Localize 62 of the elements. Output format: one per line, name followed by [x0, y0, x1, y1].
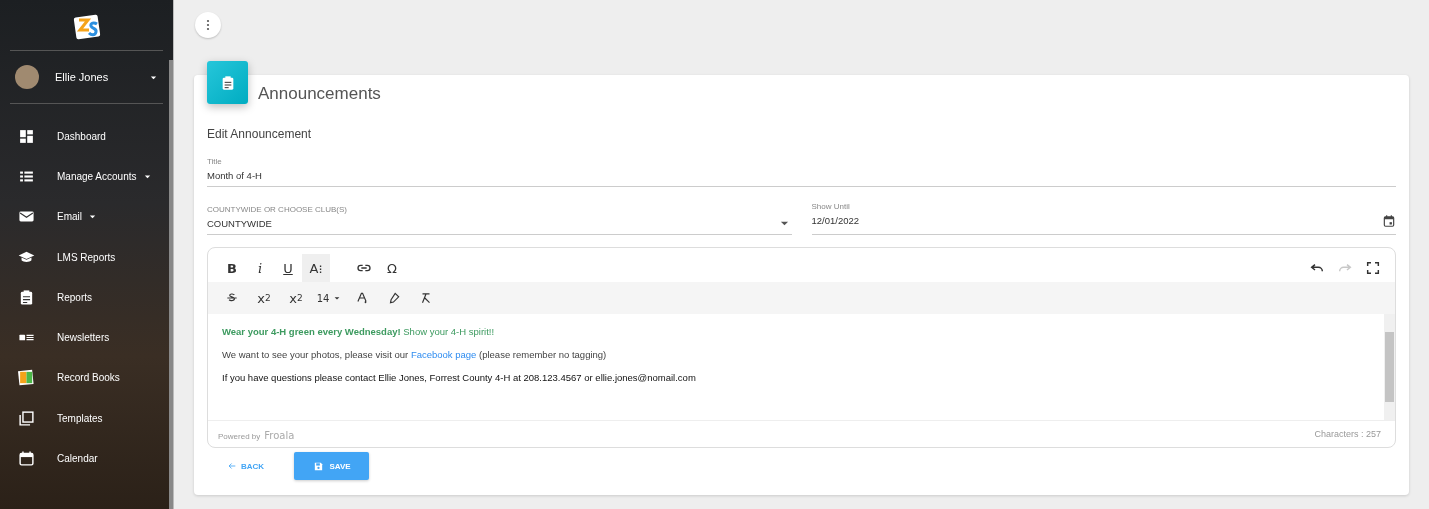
- user-name: Ellie Jones: [55, 71, 110, 83]
- nav-label: Templates: [57, 412, 103, 424]
- fullscreen-icon: [1365, 260, 1381, 276]
- italic-button[interactable]: i: [246, 254, 274, 282]
- nav-label: Reports: [57, 291, 92, 303]
- calendar-icon: [18, 450, 35, 467]
- nav-item[interactable]: LMS Reports: [0, 236, 173, 278]
- paragraph: If you have questions please contact Ellie Jones, Forrest County 4-H at 208.123.4567 or ellie.jones@nomail.com: [222, 372, 697, 383]
- nav-label: Calendar: [57, 453, 98, 464]
- clear-format-icon: [419, 291, 433, 305]
- nav-item[interactable]: Manage Accounts: [0, 156, 173, 197]
- scrollbar[interactable]: [169, 60, 173, 509]
- powered-by-text: Powered by: [218, 432, 261, 441]
- caret-icon: [333, 294, 342, 302]
- marker-icon: [387, 291, 401, 305]
- scrollbar[interactable]: [1384, 314, 1395, 420]
- underline-button[interactable]: U: [274, 254, 302, 282]
- input-field[interactable]: COUNTYWIDE OR CHOOSE CLUB(S) COUNTYWIDE: [207, 205, 792, 235]
- dashboard-icon: [18, 127, 35, 145]
- nav-label: Newsletters: [57, 332, 110, 344]
- copy-icon: [18, 409, 35, 427]
- user-menu[interactable]: Ellie Jones: [0, 51, 173, 103]
- nav-item[interactable]: Record Books: [0, 357, 173, 399]
- field-label: Title: [207, 157, 223, 166]
- nav-item[interactable]: Calendar: [0, 438, 173, 479]
- superscript-button[interactable]: x$^{2}$: [282, 284, 310, 312]
- nav-item[interactable]: Dashboard: [0, 116, 173, 157]
- nav-label: Record Books: [57, 372, 120, 384]
- field-value: COUNTYWIDE: [207, 218, 272, 229]
- avatar: [15, 65, 39, 89]
- font-size-button[interactable]: A⁝: [302, 254, 330, 282]
- character-count: Characters : 257: [1314, 429, 1381, 439]
- field-value: Month of 4-H: [207, 170, 262, 181]
- paragraph: We want to see your photos, please visit our Facebook page (please remember no tagging): [222, 349, 608, 360]
- clipboard-icon: [18, 288, 35, 306]
- nav-label: Manage Accounts: [57, 170, 137, 182]
- nav-label: Email: [57, 211, 82, 223]
- input-field[interactable]: Show Until 12/01/2022: [811, 202, 1396, 235]
- facebook-link[interactable]: Facebook page: [410, 349, 477, 360]
- field-label: COUNTYWIDE OR CHOOSE CLUB(S): [207, 205, 348, 214]
- book-logo-icon: [18, 369, 35, 387]
- calendar-icon: [1382, 213, 1396, 228]
- input-field[interactable]: Title Month of 4-H: [207, 157, 1396, 187]
- paragraph: Wear your 4-H green every Wednesday! Show your 4-H spirit!!: [222, 326, 496, 337]
- section-title: Edit Announcement: [207, 127, 313, 141]
- card-title: Announcements: [258, 84, 381, 104]
- font-size-dropdown[interactable]: 14: [314, 284, 344, 312]
- nav-item[interactable]: Templates: [0, 398, 173, 439]
- text-color-icon: [355, 291, 369, 305]
- arrow-left-icon: [227, 461, 237, 471]
- nav-item[interactable]: Email: [0, 196, 173, 237]
- nav-label: LMS Reports: [57, 251, 116, 263]
- field-label: Show Until: [811, 202, 851, 211]
- field-value: 12/01/2022: [811, 215, 860, 226]
- nav-item[interactable]: Reports: [0, 277, 173, 318]
- nav-item[interactable]: Newsletters: [0, 317, 173, 358]
- more-icon: [206, 19, 210, 31]
- brand-name: Froala: [264, 430, 295, 441]
- dropdown-arrow-icon: [779, 219, 789, 228]
- special-character-button[interactable]: Ω: [378, 254, 406, 282]
- bold-button[interactable]: B: [218, 254, 246, 282]
- nav-label: Dashboard: [57, 130, 106, 142]
